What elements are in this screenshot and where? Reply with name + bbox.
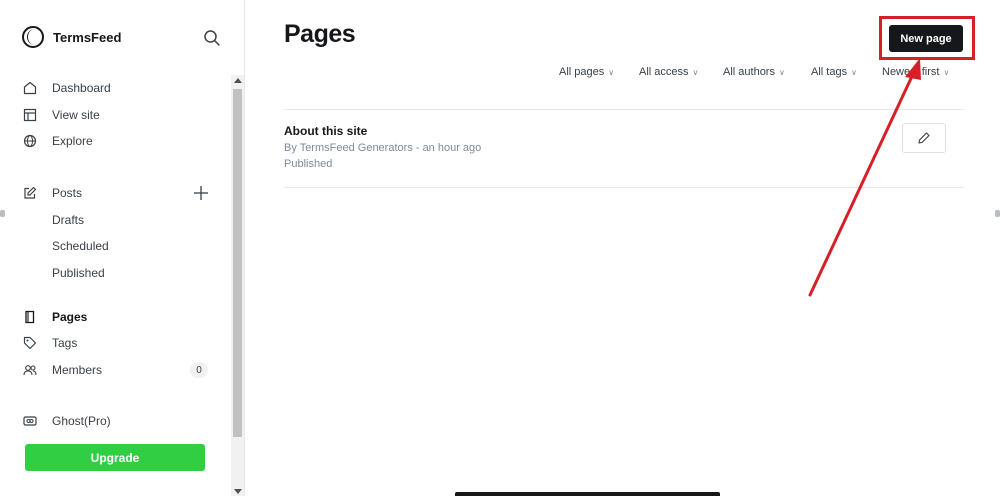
globe-icon (22, 133, 38, 149)
sidebar-item-view-site[interactable]: View site (22, 104, 100, 126)
scrollbar-thumb[interactable] (233, 89, 242, 437)
filter-label: All authors (723, 66, 775, 78)
tag-icon (22, 335, 38, 351)
sidebar-item-label: Posts (52, 186, 83, 200)
sidebar-item-tags[interactable]: Tags (22, 332, 77, 354)
sidebar-item-drafts[interactable]: Drafts (52, 209, 84, 231)
sidebar-item-members[interactable]: Members (22, 359, 102, 381)
brand-name: TermsFeed (53, 29, 122, 45)
chevron-down-icon: ∨ (608, 67, 615, 77)
edit-icon (22, 185, 38, 201)
filter-label: All access (639, 66, 689, 78)
sidebar-item-label: Drafts (52, 213, 85, 227)
sidebar-item-pages[interactable]: Pages (22, 306, 87, 328)
chevron-down-icon: ∨ (851, 67, 857, 77)
sidebar-item-dashboard[interactable]: Dashboard (22, 77, 111, 99)
sidebar: TermsFeed Dashboard View site Explore Po… (0, 0, 245, 496)
scroll-up-icon[interactable] (234, 78, 242, 83)
sidebar-item-label: Scheduled (52, 239, 109, 253)
edit-page-button[interactable] (902, 123, 946, 153)
sidebar-item-published[interactable]: Published (52, 262, 105, 284)
members-icon (22, 362, 38, 378)
home-icon (22, 80, 38, 96)
sidebar-item-ghost-pro[interactable]: Ghost(Pro) (22, 410, 111, 432)
filter-label: All pages (559, 66, 605, 78)
sidebar-item-label: Pages (52, 310, 88, 324)
sidebar-item-label: Explore (52, 134, 93, 148)
brand[interactable]: TermsFeed (22, 26, 121, 48)
divider (284, 109, 964, 110)
sidebar-item-label: Ghost(Pro) (52, 414, 111, 428)
filter-all-access[interactable]: All access ∨ (639, 64, 698, 80)
filter-all-pages[interactable]: All pages ∨ (559, 64, 614, 80)
new-post-plus-icon[interactable] (193, 185, 209, 201)
page-title: Pages (284, 20, 356, 48)
divider (284, 187, 964, 188)
upgrade-button[interactable]: Upgrade (25, 444, 205, 471)
search-icon[interactable] (203, 29, 221, 47)
chevron-down-icon: ∨ (692, 67, 699, 77)
bottom-bar (455, 492, 720, 496)
sidebar-item-label: Published (52, 266, 105, 280)
edge-handle-left (0, 210, 5, 217)
sidebar-item-label: Members (52, 363, 103, 377)
sidebar-item-label: Tags (52, 336, 78, 350)
members-count-badge: 0 (190, 362, 208, 378)
layout-icon (22, 107, 38, 123)
sidebar-item-explore[interactable]: Explore (22, 130, 93, 152)
filter-label: All tags (811, 66, 848, 78)
chevron-down-icon: ∨ (778, 67, 785, 77)
filter-all-tags[interactable]: All tags ∨ (811, 64, 857, 80)
new-page-button[interactable]: New page (889, 25, 963, 52)
page-item-meta: By TermsFeed Generators - an hour ago (284, 142, 482, 154)
brand-logo-icon (22, 26, 44, 48)
sidebar-item-label: View site (52, 108, 100, 122)
page-item-status: Published (284, 158, 333, 170)
page-icon (22, 309, 38, 325)
sort-newest-first[interactable]: Newest first ∨ (882, 64, 949, 80)
edge-handle-right (995, 210, 1000, 217)
sidebar-item-scheduled[interactable]: Scheduled (52, 235, 109, 257)
sidebar-scrollbar[interactable] (231, 75, 244, 496)
sidebar-item-label: Dashboard (52, 81, 111, 95)
scroll-down-icon[interactable] (234, 489, 242, 494)
filter-all-authors[interactable]: All authors ∨ (723, 64, 785, 80)
ghost-pro-icon (22, 413, 38, 429)
chevron-down-icon: ∨ (943, 67, 950, 77)
page-item-title[interactable]: About this site (284, 124, 367, 138)
sidebar-item-posts[interactable]: Posts (22, 182, 82, 204)
filter-label: Newest first (882, 66, 940, 78)
pencil-icon (918, 132, 930, 144)
